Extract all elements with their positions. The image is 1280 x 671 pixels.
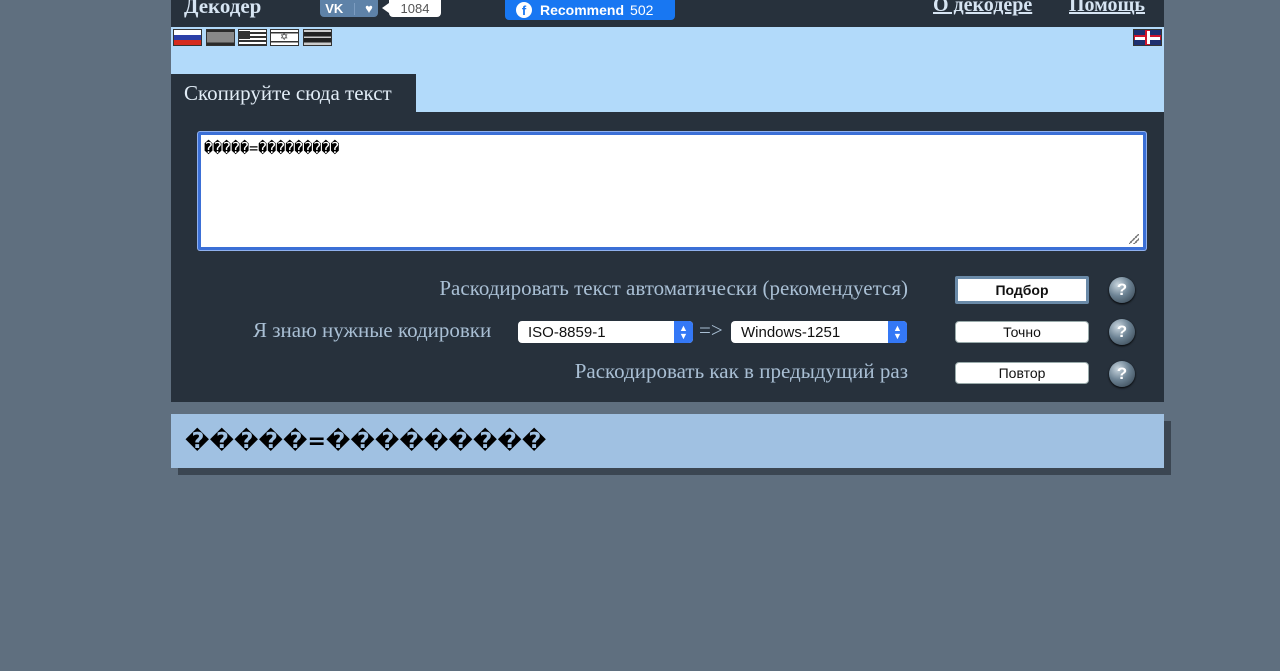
vk-like-button[interactable]: VK ♥ [320, 0, 378, 17]
repeat-decode-label: Раскодировать как в предыдущий раз [574, 359, 908, 383]
auto-select-button[interactable]: Подбор [955, 276, 1089, 304]
language-bar: Скопируйте сюда текст [171, 27, 1164, 112]
facebook-recommend-count: 502 [630, 2, 654, 18]
manual-encoding-label: Я знаю нужные кодировки [253, 318, 492, 342]
target-encoding-select[interactable]: Windows-1251 ▲ ▼ [731, 321, 907, 343]
source-encoding-select[interactable]: ISO-8859-1 ▲ ▼ [518, 321, 693, 343]
decoded-result: �����=��������� [171, 414, 1164, 468]
facebook-icon: f [516, 2, 532, 18]
nav-about-link[interactable]: О декодере [933, 0, 1032, 17]
israeli-flag-icon[interactable] [270, 29, 299, 46]
facebook-recommend-label: Recommend [540, 2, 625, 18]
uk-flag-icon[interactable] [1133, 29, 1162, 46]
help-repeat-icon[interactable]: ? [1109, 361, 1135, 387]
russian-flag-icon[interactable] [173, 29, 202, 46]
repeat-decode-button[interactable]: Повтор [955, 362, 1089, 384]
help-manual-icon[interactable]: ? [1109, 319, 1135, 345]
heart-icon: ♥ [365, 1, 373, 16]
site-title[interactable]: Декодер [184, 0, 261, 19]
resize-handle-icon[interactable] [1129, 234, 1139, 244]
conversion-arrow: => [699, 318, 723, 342]
decoder-panel: Раскодировать текст автоматически (реком… [171, 112, 1164, 402]
auto-decode-label: Раскодировать текст автоматически (реком… [439, 276, 908, 300]
target-encoding-value: Windows-1251 [741, 323, 841, 341]
select-arrows-icon: ▲ ▼ [888, 321, 907, 343]
vk-logo-icon: VK [325, 1, 344, 16]
vk-like-count: 1084 [382, 0, 441, 17]
exact-decode-button[interactable]: Точно [955, 321, 1089, 343]
greek-flag-icon[interactable] [238, 29, 267, 46]
source-encoding-value: ISO-8859-1 [528, 323, 606, 341]
tab-paste-text: Скопируйте сюда текст [171, 74, 416, 112]
top-bar: Декодер VK ♥ 1084 f Recommend 502 О деко… [171, 0, 1164, 27]
facebook-recommend-button[interactable]: f Recommend 502 [505, 0, 675, 20]
estonian-flag-icon[interactable] [303, 29, 332, 46]
source-text-input[interactable] [198, 132, 1146, 250]
divider [353, 2, 355, 15]
ukrainian-flag-icon[interactable] [206, 29, 235, 46]
help-auto-icon[interactable]: ? [1109, 277, 1135, 303]
nav-help-link[interactable]: Помощь [1069, 0, 1145, 17]
select-arrows-icon: ▲ ▼ [674, 321, 693, 343]
